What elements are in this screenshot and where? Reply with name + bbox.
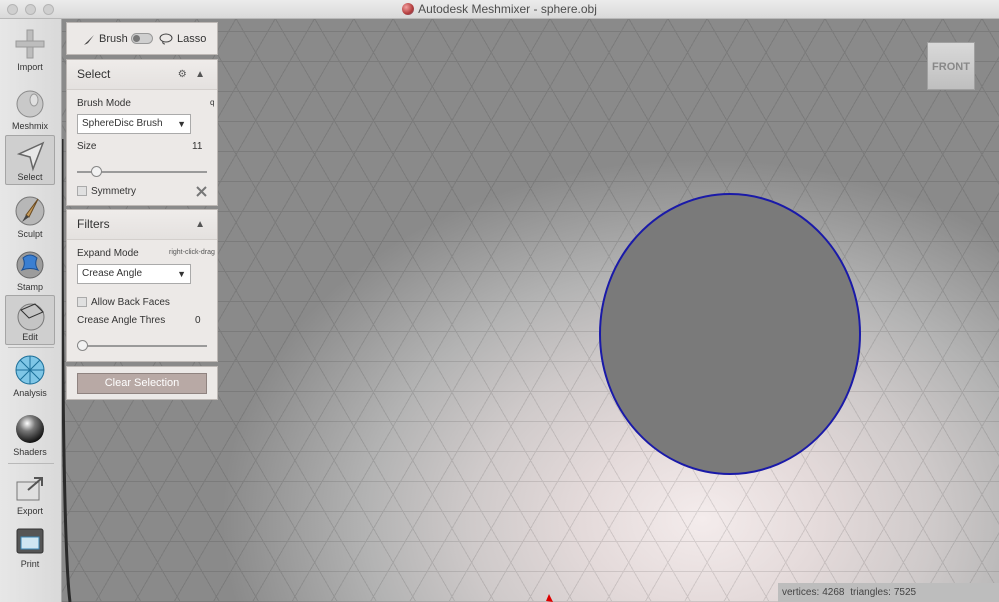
vertices-count: 4268 (822, 587, 845, 598)
filters-panel-header[interactable]: Filters ▲ (67, 210, 217, 240)
slider-knob[interactable] (91, 166, 103, 177)
expand-mode-value: Crease Angle (82, 268, 143, 279)
brush-icon (15, 196, 45, 226)
clear-selection-button[interactable]: Clear Selection (77, 373, 207, 394)
brush-lasso-bar: Brush Lasso (66, 22, 218, 55)
filters-panel-title: Filters (77, 217, 110, 231)
tool-stamp[interactable]: Stamp (5, 244, 55, 294)
collapse-triangle-icon[interactable]: ▲ (195, 219, 205, 230)
crease-angle-slider[interactable] (77, 340, 207, 351)
allow-back-faces-label: Allow Back Faces (91, 297, 170, 308)
window-title: Autodesk Meshmixer - sphere.obj (418, 2, 597, 16)
toolbar-divider (8, 463, 54, 464)
window-title-wrap: Autodesk Meshmixer - sphere.obj (0, 0, 999, 19)
size-slider[interactable] (77, 166, 207, 177)
brush-icon (84, 35, 94, 45)
symmetry-checkbox[interactable] (77, 186, 87, 196)
tool-shaders[interactable]: Shaders (5, 409, 55, 459)
brush-option[interactable]: Brush (99, 33, 128, 45)
tool-label: Export (16, 506, 43, 516)
clear-selection-panel: Clear Selection (66, 366, 218, 400)
select-panel-title: Select (77, 67, 111, 81)
shader-sphere-icon (16, 415, 44, 443)
filters-panel: Filters ▲ Expand Mode right-click-drag C… (66, 209, 218, 362)
select-panel: Select ⚙ ▲ Brush Mode q SphereDisc Brush… (66, 59, 218, 206)
tool-select[interactable]: Select (5, 135, 55, 185)
tool-label: Meshmix (11, 121, 48, 131)
size-label: Size (77, 141, 97, 152)
tool-meshmix[interactable]: Meshmix (5, 83, 55, 133)
stamp-icon (16, 251, 44, 279)
tool-sculpt[interactable]: Sculpt (5, 191, 55, 241)
dropdown-arrow-icon: ▼ (177, 119, 186, 129)
lasso-option[interactable]: Lasso (177, 33, 206, 45)
printer-icon (16, 528, 44, 554)
brush-mode-hotkey: q (210, 98, 215, 107)
brush-mode-label: Brush Mode (77, 98, 131, 109)
plus-icon (15, 29, 45, 59)
selection-region[interactable] (599, 193, 861, 475)
crease-angle-label: Crease Angle Thres (77, 315, 166, 326)
select-panel-header[interactable]: Select ⚙ ▲ (67, 60, 217, 90)
size-value: 11 (192, 141, 203, 152)
tool-label: Shaders (13, 447, 47, 457)
tool-label: Edit (22, 332, 38, 342)
expand-mode-select[interactable]: Crease Angle ▼ (77, 264, 191, 284)
crease-angle-value: 0 (195, 315, 201, 326)
settings-gear-icon[interactable]: ⚙ (178, 69, 187, 80)
arrow-cursor-icon (16, 141, 45, 172)
tool-analysis[interactable]: Analysis (5, 350, 55, 400)
expand-mode-hint: right-click-drag (169, 249, 215, 256)
symmetry-label: Symmetry (91, 186, 136, 197)
meshmixer-app-icon (402, 3, 415, 15)
tool-edit[interactable]: Edit (5, 295, 55, 345)
status-bar: vertices: 4268 triangles: 7525 (778, 583, 999, 602)
slider-knob[interactable] (77, 340, 88, 351)
collapse-triangle-icon[interactable]: ▲ (195, 69, 205, 80)
brush-mode-value: SphereDisc Brush (82, 118, 163, 129)
tool-export[interactable]: Export (5, 468, 55, 518)
edit-cube-icon (17, 303, 45, 331)
toolbar-divider (8, 347, 54, 348)
brush-lasso-toggle[interactable] (131, 33, 153, 44)
axis-marker (546, 594, 553, 602)
tool-import[interactable]: Import (5, 24, 55, 74)
wrench-icon[interactable] (195, 185, 208, 198)
expand-mode-label: Expand Mode (77, 248, 139, 259)
vertices-label: vertices: (782, 587, 820, 598)
window-titlebar: Autodesk Meshmixer - sphere.obj (0, 0, 999, 19)
mesh-sphere-icon (15, 355, 45, 385)
tool-label: Stamp (16, 282, 43, 292)
viewcube[interactable]: FRONT (927, 42, 975, 90)
tool-label: Print (20, 559, 40, 569)
brush-mode-select[interactable]: SphereDisc Brush ▼ (77, 114, 191, 134)
dropdown-arrow-icon: ▼ (177, 269, 186, 279)
tool-label: Analysis (13, 388, 47, 398)
triangles-count: 7525 (893, 587, 917, 598)
bunny-icon (16, 90, 44, 118)
lasso-icon (159, 33, 173, 45)
triangles-label: triangles: (850, 587, 891, 598)
tool-label: Import (17, 62, 43, 72)
allow-back-faces-checkbox[interactable] (77, 297, 87, 307)
tool-label: Select (17, 172, 43, 182)
tool-label: Sculpt (17, 229, 43, 239)
tool-print[interactable]: Print (5, 521, 55, 571)
export-icon (16, 477, 43, 501)
tool-sidebar: Import Meshmix Select Sculpt Stamp Edit … (0, 19, 62, 602)
